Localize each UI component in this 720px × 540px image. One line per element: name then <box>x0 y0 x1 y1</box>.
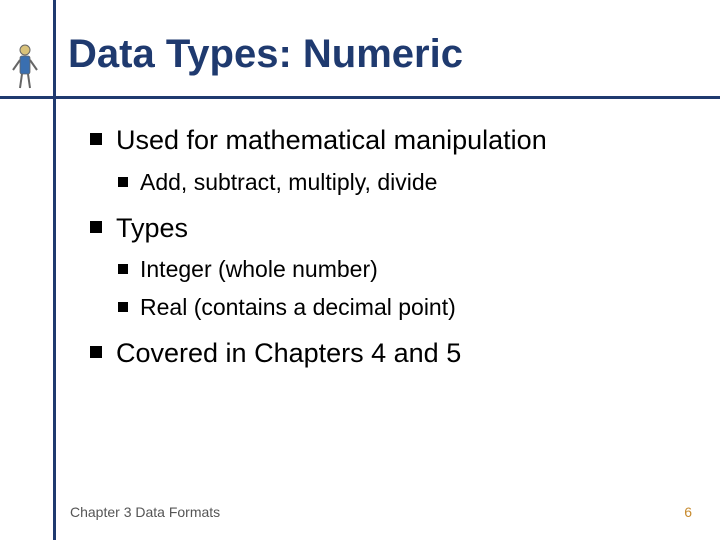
bullet-text: Covered in Chapters 4 and 5 <box>116 338 461 368</box>
square-bullet-icon <box>90 221 102 233</box>
bullet-level1: Types <box>88 212 688 246</box>
bullet-text: Real (contains a decimal point) <box>140 294 456 320</box>
logo-icon <box>10 42 40 92</box>
square-bullet-icon <box>118 302 128 312</box>
page-number: 6 <box>684 504 692 520</box>
square-bullet-icon <box>90 346 102 358</box>
bullet-level1: Used for mathematical manipulation <box>88 124 688 158</box>
bullet-level1: Covered in Chapters 4 and 5 <box>88 337 688 371</box>
bullet-text: Integer (whole number) <box>140 256 378 282</box>
square-bullet-icon <box>90 133 102 145</box>
bullet-text: Add, subtract, multiply, divide <box>140 169 437 195</box>
bullet-level2: Real (contains a decimal point) <box>116 293 688 323</box>
content-area: Used for mathematical manipulation Add, … <box>88 124 688 385</box>
bullet-text: Used for mathematical manipulation <box>116 125 547 155</box>
bullet-level2: Integer (whole number) <box>116 255 688 285</box>
bullet-text: Types <box>116 213 188 243</box>
square-bullet-icon <box>118 264 128 274</box>
footer-chapter: Chapter 3 Data Formats <box>70 504 220 520</box>
slide-title: Data Types: Numeric <box>68 32 463 77</box>
horizontal-rule <box>0 96 720 99</box>
square-bullet-icon <box>118 177 128 187</box>
bullet-level2: Add, subtract, multiply, divide <box>116 168 688 198</box>
vertical-rule <box>53 0 56 540</box>
